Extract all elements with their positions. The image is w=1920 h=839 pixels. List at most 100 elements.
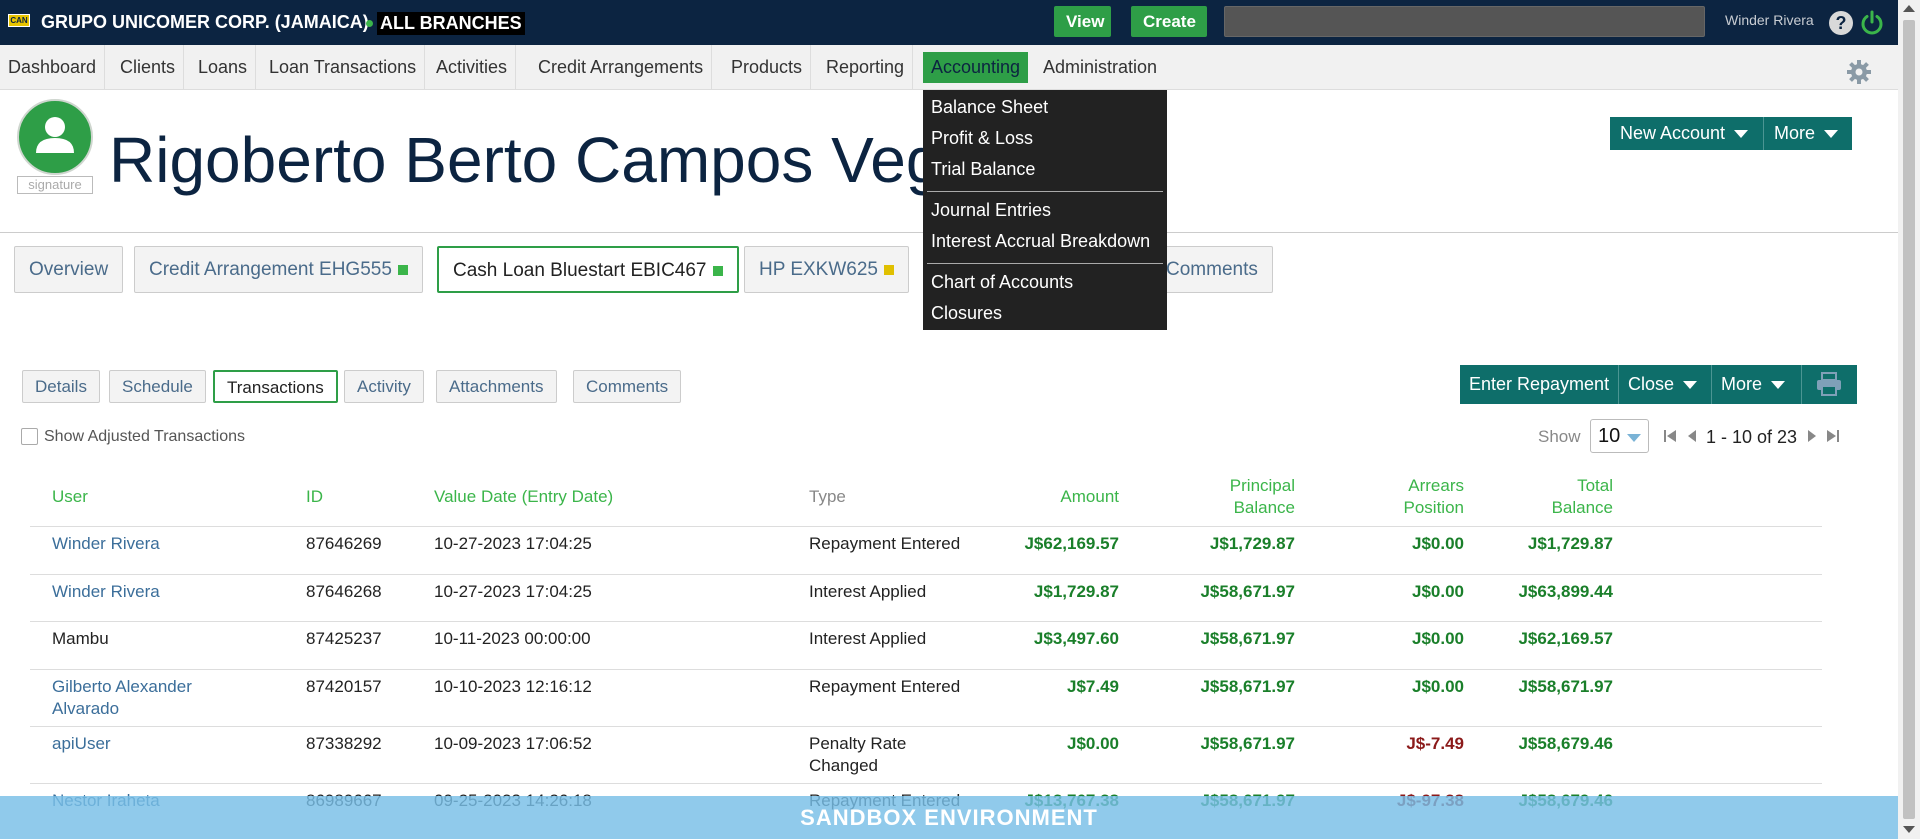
- cell-type: Repayment Entered: [809, 677, 961, 696]
- nav-products[interactable]: Products: [723, 45, 812, 90]
- menu-trial-balance[interactable]: Trial Balance: [931, 159, 1035, 180]
- cell-user[interactable]: Gilberto Alexander: [52, 676, 192, 698]
- nav-credit-arrangements[interactable]: Credit Arrangements: [530, 45, 713, 90]
- actions-more-button[interactable]: More: [1712, 365, 1802, 404]
- status-indicator: [883, 264, 894, 275]
- scroll-down-icon[interactable]: [1903, 826, 1915, 833]
- loan-action-bar: Enter Repayment Close More: [1460, 365, 1857, 404]
- table-row-divider: [30, 783, 1822, 784]
- nav-loan-transactions[interactable]: Loan Transactions: [261, 45, 426, 90]
- nav-loans[interactable]: Loans: [190, 45, 257, 90]
- col-header-principal-balance-line2: Balance: [1233, 498, 1295, 517]
- subtab-schedule[interactable]: Schedule: [109, 370, 206, 403]
- subtab-activity[interactable]: Activity: [344, 370, 424, 403]
- create-button[interactable]: Create: [1131, 6, 1207, 37]
- cell-user[interactable]: Winder Rivera: [52, 581, 160, 603]
- cell-type: Interest Applied: [809, 582, 927, 601]
- client-avatar-block: signature: [17, 99, 93, 195]
- scroll-up-icon[interactable]: [1903, 5, 1915, 12]
- chevron-down-icon: [1824, 130, 1839, 139]
- cell-id: 87338292: [306, 734, 382, 753]
- close-account-button[interactable]: Close: [1619, 365, 1712, 404]
- show-adjusted-checkbox[interactable]: [21, 428, 38, 445]
- tab-credit-arrangement[interactable]: Credit Arrangement EHG555: [134, 246, 423, 293]
- cell-principal-balance: J$58,671.97: [1200, 629, 1295, 648]
- first-page-icon[interactable]: [1663, 428, 1677, 444]
- settings-gear-icon[interactable]: [1846, 59, 1872, 85]
- new-account-button[interactable]: New Account: [1610, 117, 1763, 150]
- col-header-user[interactable]: User: [52, 486, 88, 508]
- company-logo: CAN: [8, 14, 30, 27]
- client-more-label: More: [1774, 123, 1816, 143]
- col-header-id[interactable]: ID: [306, 486, 323, 508]
- avatar[interactable]: [17, 99, 93, 175]
- cell-arrears-position: J$0.00: [1412, 582, 1464, 601]
- cell-total-balance: J$58,671.97: [1518, 677, 1613, 696]
- cell-type: Repayment Entered: [809, 534, 961, 553]
- cell-arrears-position: J$0.00: [1412, 629, 1464, 648]
- menu-chart-of-accounts[interactable]: Chart of Accounts: [931, 272, 1073, 293]
- current-user-name[interactable]: Winder Rivera: [1725, 12, 1814, 28]
- subtab-details[interactable]: Details: [22, 370, 100, 403]
- last-page-icon[interactable]: [1826, 428, 1840, 444]
- col-header-value-date[interactable]: Value Date (Entry Date): [434, 486, 613, 508]
- page-size-value: 10: [1598, 425, 1621, 447]
- print-button[interactable]: [1802, 365, 1857, 404]
- view-button[interactable]: View: [1054, 6, 1111, 37]
- cell-total-balance: J$58,679.46: [1518, 734, 1613, 753]
- scrollbar-thumb[interactable]: [1903, 20, 1915, 819]
- main-nav: Dashboard Clients Loans Loan Transaction…: [0, 45, 1898, 90]
- next-page-icon[interactable]: [1805, 428, 1819, 444]
- status-indicator: [397, 264, 408, 275]
- table-row-divider: [30, 669, 1822, 670]
- tab-overview[interactable]: Overview: [14, 246, 124, 293]
- cell-id: 87420157: [306, 677, 382, 696]
- global-search-input[interactable]: [1224, 6, 1705, 37]
- cell-arrears-position: J$0.00: [1412, 534, 1464, 553]
- client-more-button[interactable]: More: [1763, 117, 1852, 150]
- help-icon[interactable]: ?: [1829, 11, 1853, 35]
- cell-amount: J$1,729.87: [1033, 582, 1119, 601]
- menu-journal-entries[interactable]: Journal Entries: [931, 200, 1051, 221]
- menu-interest-accrual-breakdown[interactable]: Interest Accrual Breakdown: [931, 231, 1150, 252]
- cell-user: Mambu: [52, 629, 109, 648]
- menu-divider: [927, 263, 1163, 264]
- cell-principal-balance: J$58,671.97: [1200, 734, 1295, 753]
- menu-closures[interactable]: Closures: [931, 303, 1002, 324]
- subtab-comments[interactable]: Comments: [573, 370, 682, 403]
- subtab-attachments[interactable]: Attachments: [436, 370, 557, 403]
- branch-status-dot: [366, 20, 373, 27]
- enter-repayment-button[interactable]: Enter Repayment: [1460, 365, 1619, 404]
- cell-principal-balance: J$58,671.97: [1200, 582, 1295, 601]
- nav-clients[interactable]: Clients: [112, 45, 185, 90]
- cell-value-date: 10-09-2023 17:06:52: [434, 734, 592, 753]
- tab-hp-account[interactable]: HP EXKW625: [744, 246, 909, 293]
- cell-total-balance: J$63,899.44: [1518, 582, 1613, 601]
- tab-comments[interactable]: Comments: [1150, 246, 1273, 293]
- menu-balance-sheet[interactable]: Balance Sheet: [931, 97, 1048, 118]
- power-icon[interactable]: [1858, 9, 1886, 37]
- subtab-transactions[interactable]: Transactions: [213, 370, 338, 403]
- cell-user[interactable]: apiUser: [52, 733, 111, 755]
- nav-reporting[interactable]: Reporting: [818, 45, 914, 90]
- cell-user[interactable]: Winder Rivera: [52, 533, 160, 555]
- cell-value-date: 10-27-2023 17:04:25: [434, 582, 592, 601]
- chevron-down-icon: [1734, 130, 1749, 139]
- page-size-select[interactable]: 10: [1590, 419, 1649, 453]
- cell-value-date: 10-11-2023 00:00:00: [434, 629, 591, 648]
- pagination-range: 1 - 10 of 23: [1706, 427, 1798, 447]
- more-label: More: [1721, 374, 1763, 394]
- tab-cash-loan[interactable]: Cash Loan Bluestart EBIC467: [437, 246, 739, 293]
- cell-user-line2[interactable]: Alvarado: [52, 698, 119, 720]
- cell-arrears-position: J$-7.49: [1406, 734, 1464, 753]
- previous-page-icon[interactable]: [1686, 428, 1700, 444]
- signature-label[interactable]: signature: [17, 176, 93, 194]
- nav-activities[interactable]: Activities: [428, 45, 517, 90]
- menu-profit-loss[interactable]: Profit & Loss: [931, 128, 1033, 149]
- nav-dashboard[interactable]: Dashboard: [0, 45, 106, 90]
- cell-amount: J$0.00: [1067, 734, 1119, 753]
- nav-administration[interactable]: Administration: [1035, 45, 1165, 90]
- branch-selector[interactable]: ALL BRANCHES: [377, 12, 525, 35]
- nav-accounting[interactable]: Accounting: [923, 52, 1029, 83]
- close-label: Close: [1628, 374, 1675, 394]
